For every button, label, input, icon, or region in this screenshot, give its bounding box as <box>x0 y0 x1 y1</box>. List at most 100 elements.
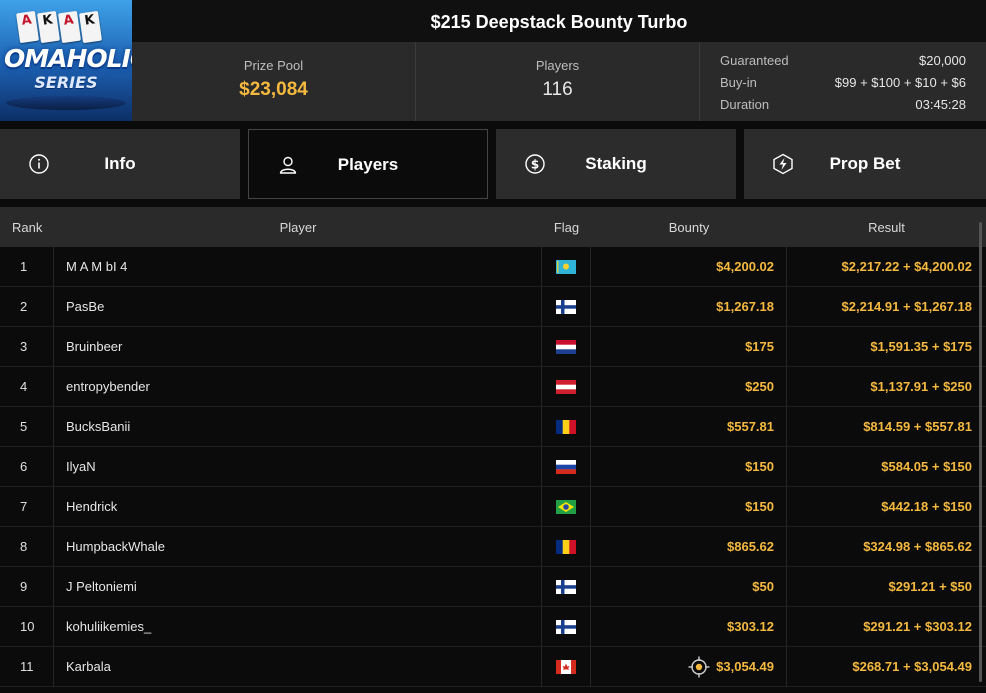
flag-cell <box>542 607 591 646</box>
players-table: Rank Player Flag Bounty Result 1M A M bI… <box>0 207 986 693</box>
table-row[interactable]: 6 IlyaN $150 $584.05 + $150 <box>0 447 986 487</box>
players-value: 116 <box>542 79 573 100</box>
result-cell: $324.98 + $865.62 <box>863 539 972 554</box>
player-name[interactable]: M A M bI 4 <box>54 247 542 286</box>
player-name[interactable]: BucksBanii <box>54 407 542 446</box>
tab-staking[interactable]: $ Staking <box>496 129 736 199</box>
tab-label: Info <box>104 154 136 173</box>
tab-label: Staking <box>585 154 647 173</box>
player-name[interactable]: Karbala <box>54 647 542 686</box>
detail-value: $20,000 <box>919 53 966 68</box>
table-header: Rank Player Flag Bounty Result <box>0 207 986 247</box>
player-name[interactable]: Bruinbeer <box>54 327 542 366</box>
rank-cell: 4 <box>0 367 54 406</box>
player-name[interactable]: IlyaN <box>54 447 542 486</box>
rank-cell: 8 <box>0 527 54 566</box>
tab-bar: Info Players $ Staking Prop Bet <box>0 129 986 199</box>
target-crosshair-icon[interactable] <box>688 656 710 678</box>
tab-prop-bet[interactable]: Prop Bet <box>744 129 986 199</box>
header-player[interactable]: Player <box>54 207 542 247</box>
flag-cell <box>542 647 591 686</box>
result-cell: $814.59 + $557.81 <box>863 419 972 434</box>
player-name[interactable]: Hendrick <box>54 487 542 526</box>
table-row[interactable]: 9J Peltoniemi $50 $291.21 + $50 <box>0 567 986 607</box>
result-cell: $2,214.91 + $1,267.18 <box>841 299 972 314</box>
table-row[interactable]: 5 BucksBanii $557.81 $814.59 + $557.81 <box>0 407 986 447</box>
tournament-title: $215 Deepstack Bounty Turbo <box>132 0 986 42</box>
tab-players[interactable]: Players <box>248 129 488 199</box>
detail-value: 03:45:28 <box>915 97 966 112</box>
table-row[interactable]: 7 Hendrick $150 $442.18 + $150 <box>0 487 986 527</box>
flag-cell <box>542 447 591 486</box>
table-row[interactable]: 11 Karbala $3,054.49 $268.71 + $3,054.49 <box>0 647 986 687</box>
flag-finland-icon <box>556 299 576 314</box>
bounty-cell: $557.81 <box>591 407 787 446</box>
flag-russia-icon <box>556 459 576 474</box>
bounty-value: $175 <box>745 339 774 354</box>
rank-cell: 10 <box>0 607 54 646</box>
result-cell: $1,591.35 + $175 <box>870 339 972 354</box>
table-row[interactable]: 2 PasBe $1,267.18 $2,214.91 + $1,267.18 <box>0 287 986 327</box>
header-result[interactable]: Result <box>787 207 986 247</box>
flag-kazakhstan-icon <box>556 259 576 274</box>
prize-pool-stat: Prize Pool $23,084 <box>132 42 416 121</box>
flag-cell <box>542 287 591 326</box>
rank-cell: 9 <box>0 567 54 606</box>
table-row[interactable]: 10 kohuliikemies_ $303.12 $291.21 + $303.12 <box>0 607 986 647</box>
detail-buy-in: Buy-in $99 + $100 + $10 + $6 <box>720 72 966 94</box>
bounty-cell: $865.62 <box>591 527 787 566</box>
prize-pool-label: Prize Pool <box>243 58 304 73</box>
detail-duration: Duration 03:45:28 <box>720 94 966 116</box>
rank-cell: 6 <box>0 447 54 486</box>
flag-cell <box>542 407 591 446</box>
series-logo: A K A K OMAHOLIC SERIES <box>0 0 132 121</box>
detail-label: Buy-in <box>720 75 757 90</box>
table-row[interactable]: 1M A M bI 4 $4,200.02 $2,217.22 + $4,200.0… <box>0 247 986 287</box>
logo-card: A <box>58 10 81 44</box>
detail-guaranteed: Guaranteed $20,000 <box>720 50 966 72</box>
player-name[interactable]: HumpbackWhale <box>54 527 542 566</box>
player-name[interactable]: PasBe <box>54 287 542 326</box>
flag-cell <box>542 567 591 606</box>
flag-austria-icon <box>556 379 576 394</box>
tab-info[interactable]: Info <box>0 129 240 199</box>
rank-cell: 2 <box>0 287 54 326</box>
table-row[interactable]: 3 Bruinbeer $175 $1,591.35 + $175 <box>0 327 986 367</box>
logo-card: A <box>16 10 39 44</box>
tab-label: Players <box>337 155 399 174</box>
player-name[interactable]: entropybender <box>54 367 542 406</box>
rank-cell: 7 <box>0 487 54 526</box>
bounty-cell: $4,200.02 <box>591 247 787 286</box>
tournament-details: Guaranteed $20,000 Buy-in $99 + $100 + $… <box>700 42 986 121</box>
prize-pool-value: $23,084 <box>239 79 308 100</box>
players-label: Players <box>535 58 580 73</box>
flag-romania-icon <box>556 419 576 434</box>
rank-cell: 5 <box>0 407 54 446</box>
bounty-cell: $150 <box>591 447 787 486</box>
bounty-value: $150 <box>745 499 774 514</box>
bounty-value: $4,200.02 <box>716 259 774 274</box>
header-flag[interactable]: Flag <box>542 207 591 247</box>
bounty-value: $50 <box>752 579 774 594</box>
logo-base <box>6 96 126 110</box>
flag-romania-icon <box>556 539 576 554</box>
flag-brazil-icon <box>556 499 576 514</box>
bounty-value: $250 <box>745 379 774 394</box>
table-row[interactable]: 8 HumpbackWhale $865.62 $324.98 + $865.62 <box>0 527 986 567</box>
detail-label: Duration <box>720 97 770 112</box>
flag-cell <box>542 487 591 526</box>
table-row[interactable]: 4 entropybender $250 $1,137.91 + $250 <box>0 367 986 407</box>
header-bounty[interactable]: Bounty <box>591 207 787 247</box>
header-rank[interactable]: Rank <box>0 207 54 247</box>
player-name[interactable]: kohuliikemies_ <box>54 607 542 646</box>
players-stat: Players 116 <box>416 42 700 121</box>
logo-cards: A K A K <box>16 10 102 44</box>
result-cell: $584.05 + $150 <box>881 459 972 474</box>
bounty-cell: $303.12 <box>591 607 787 646</box>
rank-cell: 1 <box>0 247 54 286</box>
player-name[interactable]: J Peltoniemi <box>54 567 542 606</box>
table-scrollbar[interactable] <box>979 222 982 682</box>
bounty-cell: $175 <box>591 327 787 366</box>
flag-canada-icon <box>556 659 576 674</box>
detail-label: Guaranteed <box>720 53 789 68</box>
